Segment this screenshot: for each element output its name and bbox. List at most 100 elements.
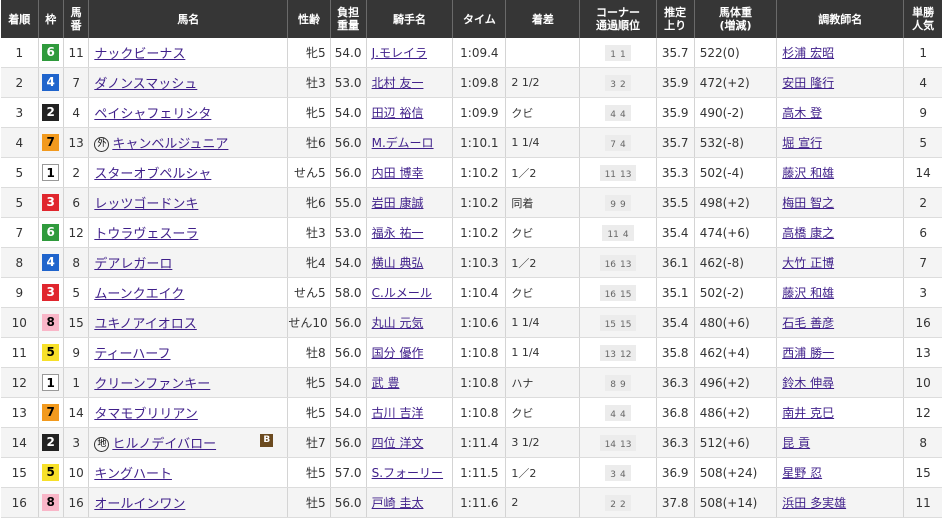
jockey-cell: 四位 洋文 <box>366 427 454 458</box>
horse-name-link[interactable]: ティーハーフ <box>94 347 170 362</box>
trainer-cell: 藤沢 和雄 <box>776 277 905 308</box>
frame-badge: 5 <box>42 464 60 481</box>
horse-name-link[interactable]: ユキノアイオロス <box>94 317 196 332</box>
table-row: 13 7 14 タマモブリリアン 牝5 54.0 古川 吉洋 1:10.8 クビ 4 4 36.8 48… <box>1 397 942 428</box>
horse-name-link[interactable]: スターオブペルシャ <box>94 167 211 182</box>
sex-age-cell: 牡7 <box>287 427 331 458</box>
trainer-link[interactable]: 高橋 康之 <box>782 226 834 240</box>
trainer-link[interactable]: 安田 隆行 <box>782 76 834 90</box>
corner-cell: 99 <box>579 187 657 218</box>
trainer-link[interactable]: 堀 宣行 <box>782 136 822 150</box>
horse-name-link[interactable]: トウラヴェスーラ <box>94 227 198 242</box>
time-cell: 1:09.9 <box>452 97 507 128</box>
corner-position: 14 <box>604 439 617 450</box>
jockey-link[interactable]: 横山 典弘 <box>372 256 424 270</box>
trainer-cell: 昆 貢 <box>776 427 905 458</box>
frame-cell: 1 <box>38 367 64 398</box>
jockey-link[interactable]: 内田 博幸 <box>372 166 424 180</box>
horse-name-link[interactable]: オールインワン <box>94 497 185 512</box>
weight-carried-cell: 58.0 <box>330 277 367 308</box>
body-weight-cell: 508(+14) <box>694 487 778 518</box>
horse-name-link[interactable]: ダノンスマッシュ <box>94 77 197 92</box>
trainer-cell: 安田 隆行 <box>776 67 905 98</box>
trainer-link[interactable]: 杉浦 宏昭 <box>782 46 834 60</box>
trainer-link[interactable]: 藤沢 和雄 <box>782 286 834 300</box>
time-cell: 1:10.4 <box>452 277 507 308</box>
result-body: 1 6 11 ナックビーナス 牝5 54.0 J.モレイラ 1:09.4 1 1 35.7 522(0… <box>1 38 942 518</box>
time-cell: 1:10.8 <box>452 397 507 428</box>
time-cell: 1:10.8 <box>452 337 507 368</box>
horse-name-link[interactable]: ヒルノデイバロー <box>112 437 216 452</box>
horse-name-link[interactable]: ペイシャフェリシタ <box>94 107 211 122</box>
horse-name-link[interactable]: デアレガーロ <box>94 257 172 272</box>
jockey-link[interactable]: 武 豊 <box>372 376 400 390</box>
jockey-link[interactable]: 福永 祐一 <box>372 226 424 240</box>
frame-cell: 5 <box>38 337 64 368</box>
header-sex-age: 性齢 <box>287 0 331 38</box>
body-weight-cell: 512(+6) <box>694 427 778 458</box>
frame-cell: 8 <box>38 487 64 518</box>
corner-position: 15 <box>620 289 632 300</box>
horse-no-cell: 8 <box>63 247 90 278</box>
frame-badge: 6 <box>42 224 60 241</box>
horse-name-cell: レッツゴードンキ <box>88 187 289 218</box>
jockey-link[interactable]: C.ルメール <box>372 286 432 300</box>
jockey-link[interactable]: 古川 吉洋 <box>372 406 424 420</box>
jockey-link[interactable]: S.フォーリー <box>372 466 443 480</box>
race-result-table: 着順 枠 馬番 馬名 性齢 負担 重量 騎手名 タイム 着差 コーナー 通過順位 推… <box>1 0 942 518</box>
frame-cell: 4 <box>38 67 64 98</box>
rank-cell: 9 <box>1 277 39 308</box>
horse-no-cell: 12 <box>63 217 90 248</box>
jockey-link[interactable]: J.モレイラ <box>372 46 427 60</box>
jockey-cell: 福永 祐一 <box>366 217 454 248</box>
horse-name-link[interactable]: キングハート <box>94 467 172 482</box>
trainer-link[interactable]: 西浦 勝一 <box>782 346 834 360</box>
body-weight-cell: 532(-8) <box>694 127 778 158</box>
corner-positions: 13 12 <box>599 344 637 361</box>
trainer-link[interactable]: 鈴木 伸尋 <box>782 376 834 390</box>
margin-cell: 3 1/2 <box>505 427 581 458</box>
header-trainer: 調教師名 <box>776 0 905 38</box>
trainer-link[interactable]: 梅田 智之 <box>782 196 834 210</box>
body-weight-cell: 462(+4) <box>694 337 778 368</box>
weight-carried-cell: 56.0 <box>330 157 367 188</box>
jockey-link[interactable]: 国分 優作 <box>372 346 424 360</box>
frame-cell: 7 <box>38 397 64 428</box>
trainer-link[interactable]: 石毛 善彦 <box>782 316 834 330</box>
trainer-link[interactable]: 藤沢 和雄 <box>782 166 834 180</box>
jockey-link[interactable]: 四位 洋文 <box>372 436 424 450</box>
trainer-link[interactable]: 高木 登 <box>782 106 822 120</box>
jockey-link[interactable]: 岩田 康誠 <box>372 196 424 210</box>
horse-name-link[interactable]: タマモブリリアン <box>94 407 197 422</box>
horse-no-cell: 3 <box>63 427 90 458</box>
jockey-link[interactable]: 北村 友一 <box>372 76 424 90</box>
frame-cell: 6 <box>38 217 64 248</box>
corner-position: 4 <box>620 109 626 120</box>
trainer-link[interactable]: 大竹 正博 <box>782 256 834 270</box>
horse-name-link[interactable]: レッツゴードンキ <box>94 197 198 212</box>
horse-name-link[interactable]: キャンベルジュニア <box>112 137 228 152</box>
frame-badge: 8 <box>42 494 60 511</box>
trainer-link[interactable]: 星野 忍 <box>782 466 822 480</box>
horse-no-cell: 5 <box>63 277 90 308</box>
horse-name-link[interactable]: ナックビーナス <box>94 47 185 62</box>
jockey-link[interactable]: 田辺 裕信 <box>372 106 424 120</box>
horse-name-link[interactable]: ムーンクエイク <box>94 287 184 302</box>
trainer-link[interactable]: 南井 克巳 <box>782 406 834 420</box>
jockey-link[interactable]: M.デムーロ <box>372 136 434 150</box>
popularity-cell: 1 <box>903 38 942 68</box>
header-popularity: 単勝 人気 <box>903 0 942 38</box>
weight-carried-cell: 56.0 <box>330 337 367 368</box>
last3f-cell: 35.9 <box>656 97 695 128</box>
jockey-cell: 北村 友一 <box>366 67 454 98</box>
jockey-link[interactable]: 戸崎 圭太 <box>372 496 424 510</box>
jockey-cell: S.フォーリー <box>366 457 454 488</box>
horse-name-link[interactable]: クリーンファンキー <box>94 377 210 392</box>
popularity-cell: 8 <box>903 427 942 458</box>
jockey-link[interactable]: 丸山 元気 <box>372 316 424 330</box>
header-rank: 着順 <box>1 0 39 38</box>
rank-cell: 4 <box>1 127 39 158</box>
table-row: 11 5 9 ティーハーフ 牡8 56.0 国分 優作 1:10.8 1 1/4 13 12 35.8… <box>1 337 942 368</box>
trainer-link[interactable]: 昆 貢 <box>782 436 810 450</box>
trainer-link[interactable]: 浜田 多実雄 <box>782 496 846 510</box>
